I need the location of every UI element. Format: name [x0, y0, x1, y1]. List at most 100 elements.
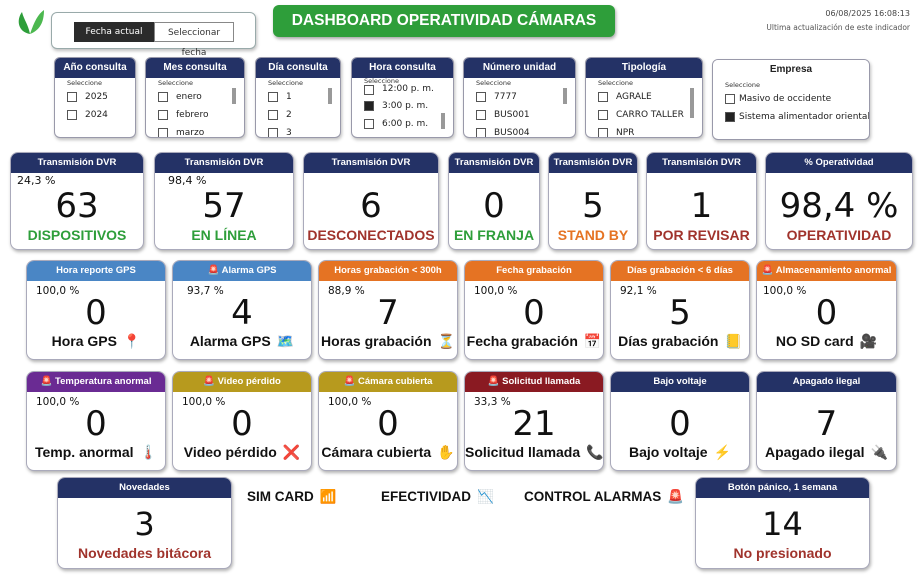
kpi-card-novedades[interactable]: Novedades 3 Novedades bitácora — [57, 477, 232, 569]
checkbox[interactable] — [364, 85, 374, 95]
slicer-option[interactable]: 2 — [256, 106, 340, 124]
slicer-option[interactable]: enero — [146, 88, 244, 106]
card-label: STAND BY — [557, 227, 629, 243]
calendar-icon: 📅 — [583, 333, 602, 349]
checkbox[interactable] — [268, 128, 278, 137]
kpi-card-hora-gps[interactable]: Hora reporte GPS 100,0 % 0 Hora GPS 📍 — [26, 260, 166, 360]
pin-icon: 📍 — [122, 333, 141, 349]
checkbox[interactable] — [67, 110, 77, 120]
slicer-title: Día consulta — [256, 58, 340, 78]
slicer-hint: Seleccione — [598, 79, 633, 87]
slicer-title: Empresa — [713, 60, 869, 80]
checkbox[interactable] — [476, 110, 486, 120]
slicer-option[interactable]: 3:00 p. m. — [352, 97, 453, 115]
checkbox[interactable] — [158, 110, 168, 120]
slicer-title: Mes consulta — [146, 58, 244, 78]
checkbox[interactable] — [598, 128, 608, 137]
cross-icon: ❌ — [282, 444, 301, 460]
scrollbar[interactable] — [563, 88, 567, 104]
slicer-option[interactable]: Masivo de occidente — [713, 90, 869, 108]
efectividad-link[interactable]: EFECTIVIDAD 📉 — [381, 489, 494, 505]
checkbox[interactable] — [268, 110, 278, 120]
card-header: Fecha grabación — [465, 261, 603, 281]
kpi-card-dispositivos[interactable]: Transmisión DVR 24,3 % 63 DISPOSITIVOS — [10, 152, 144, 250]
checkbox[interactable] — [158, 92, 168, 102]
kpi-card-solicitud-llamada[interactable]: 🚨 Solicitud llamada 33,3 % 21 Solicitud … — [464, 371, 604, 471]
card-value: 0 — [483, 186, 505, 226]
card-label: Horas grabación ⏳ — [321, 333, 455, 349]
checkbox[interactable] — [476, 92, 486, 102]
hour-slicer: Hora consulta Seleccione 12:00 p. m. 3:0… — [351, 57, 454, 138]
kpi-card-camara-cubierta[interactable]: 🚨 Cámara cubierta 100,0 % 0 Cámara cubie… — [318, 371, 458, 471]
slicer-option[interactable]: BUS001 — [464, 106, 575, 124]
card-label: Solicitud llamada 📞 — [465, 444, 604, 460]
last-update-timestamp: 06/08/2025 16:08:13 — [825, 9, 910, 18]
slicer-option[interactable]: marzo — [146, 124, 244, 137]
kpi-card-fecha-grabacion[interactable]: Fecha grabación 100,0 % 0 Fecha grabació… — [464, 260, 604, 360]
card-header: 🚨 Video pérdido — [173, 372, 311, 392]
checkbox[interactable] — [476, 128, 486, 137]
slicer-option[interactable]: febrero — [146, 106, 244, 124]
kpi-card-operatividad[interactable]: % Operatividad 98,4 % OPERATIVIDAD — [765, 152, 913, 250]
scrollbar[interactable] — [441, 113, 445, 129]
slicer-option[interactable]: NPR — [586, 124, 702, 137]
card-value: 5 — [669, 293, 691, 333]
kpi-card-en-franja[interactable]: Transmisión DVR 0 EN FRANJA — [448, 152, 540, 250]
checkbox[interactable] — [725, 94, 735, 104]
slicer-option[interactable]: 2024 — [55, 106, 135, 124]
kpi-card-stand-by[interactable]: Transmisión DVR 5 STAND BY — [548, 152, 638, 250]
slicer-option[interactable]: 12:00 p. m. — [352, 85, 453, 97]
kpi-card-apagado-ilegal[interactable]: Apagado ilegal 7 Apagado ilegal 🔌 — [756, 371, 897, 471]
card-label: EN LÍNEA — [191, 227, 257, 243]
slicer-title: Año consulta — [55, 58, 135, 78]
card-header: Novedades — [58, 478, 231, 498]
card-header: Transmisión DVR — [304, 153, 438, 173]
kpi-card-alarma-gps[interactable]: 🚨 Alarma GPS 93,7 % 4 Alarma GPS 🗺️ — [172, 260, 312, 360]
kpi-card-temp-anormal[interactable]: 🚨 Temperatura anormal 100,0 % 0 Temp. an… — [26, 371, 166, 471]
slicer-option[interactable]: AGRALE — [586, 88, 702, 106]
card-header: Transmisión DVR — [11, 153, 143, 173]
day-slicer: Día consulta Seleccione 1 2 3 — [255, 57, 341, 138]
slicer-option[interactable]: BUS004 — [464, 124, 575, 137]
checkbox[interactable] — [598, 92, 608, 102]
checkbox[interactable] — [158, 128, 168, 137]
slicer-option[interactable]: 3 — [256, 124, 340, 137]
kpi-card-por-revisar[interactable]: Transmisión DVR 1 POR REVISAR — [646, 152, 757, 250]
checkbox[interactable] — [364, 119, 374, 129]
kpi-card-video-perdido[interactable]: 🚨 Video pérdido 100,0 % 0 Video pérdido ❌ — [172, 371, 312, 471]
wifi-icon: 📶 — [319, 489, 337, 504]
card-header: 🚨 Almacenamiento anormal — [757, 261, 896, 281]
checkbox[interactable] — [67, 92, 77, 102]
kpi-card-en-linea[interactable]: Transmisión DVR 98,4 % 57 EN LÍNEA — [154, 152, 294, 250]
control-alarmas-link[interactable]: CONTROL ALARMAS 🚨 — [524, 489, 684, 505]
scrollbar[interactable] — [690, 88, 694, 118]
checkbox-checked[interactable] — [725, 112, 735, 122]
kpi-card-no-sd-card[interactable]: 🚨 Almacenamiento anormal 100,0 % 0 NO SD… — [756, 260, 897, 360]
slicer-option[interactable]: 7777 — [464, 88, 575, 106]
kpi-card-dias-grabacion[interactable]: Días grabación < 6 días 92,1 % 5 Días gr… — [610, 260, 750, 360]
card-value: 0 — [231, 404, 253, 444]
current-date-option[interactable]: Fecha actual — [74, 22, 154, 42]
video-camera-icon: 🎥 — [859, 333, 878, 349]
slicer-option[interactable]: 6:00 p. m. — [352, 115, 453, 133]
kpi-card-boton-panico[interactable]: Botón pánico, 1 semana 14 No presionado — [695, 477, 870, 569]
slicer-option[interactable]: CARRO TALLER — [586, 106, 702, 124]
scrollbar[interactable] — [232, 88, 236, 104]
card-header: Transmisión DVR — [449, 153, 539, 173]
card-value: 7 — [815, 404, 838, 444]
checkbox[interactable] — [268, 92, 278, 102]
sim-card-link[interactable]: SIM CARD 📶 — [247, 489, 337, 505]
kpi-card-bajo-voltaje[interactable]: Bajo voltaje 0 Bajo voltaje ⚡ — [610, 371, 750, 471]
kpi-card-horas-grabacion[interactable]: Horas grabación < 300h 88,9 % 7 Horas gr… — [318, 260, 458, 360]
kpi-card-desconectados[interactable]: Transmisión DVR 6 DESCONECTADOS — [303, 152, 439, 250]
slicer-title: Número unidad — [464, 58, 575, 78]
date-mode-toggle: Fecha actual Seleccionar fecha — [51, 12, 256, 58]
slicer-title: Hora consulta — [352, 58, 453, 78]
select-date-option[interactable]: Seleccionar fecha — [154, 22, 234, 58]
checkbox-checked[interactable] — [364, 101, 374, 111]
slicer-option[interactable]: 2025 — [55, 88, 135, 106]
slicer-option[interactable]: Sistema alimentador oriental — [713, 108, 869, 126]
scrollbar[interactable] — [328, 88, 332, 104]
checkbox[interactable] — [598, 110, 608, 120]
card-header: Transmisión DVR — [647, 153, 756, 173]
